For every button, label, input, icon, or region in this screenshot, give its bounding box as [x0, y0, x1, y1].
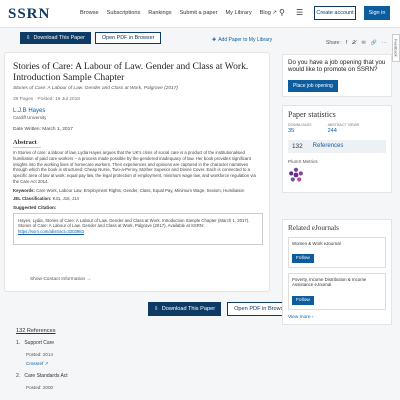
- sidebar: Do you have a job opening that you would…: [282, 54, 392, 193]
- download-bar: ⇩ Download This Paper Open PDF in Browse…: [20, 32, 162, 44]
- top-bar: SSRN Browse Subscriptions Rankings Submi…: [0, 0, 400, 28]
- download-button-bottom[interactable]: ⇩ Download This Paper: [148, 302, 222, 316]
- related-ejournals: Related eJournals Women & Work eJournal …: [282, 219, 392, 325]
- reference-title: Care Standards Act: [24, 373, 68, 379]
- nav-blog[interactable]: Blog ↗: [260, 10, 277, 16]
- abstract-heading: Abstract: [13, 139, 41, 148]
- nav-rankings[interactable]: Rankings: [148, 10, 171, 16]
- jel-classification: JEL Classification: K31, J16, J14: [13, 195, 79, 201]
- author-affiliation: Cardiff University: [13, 115, 47, 120]
- promo-text: Do you have a job opening that you would…: [288, 59, 386, 74]
- show-contact-link[interactable]: Show Contact Information →: [30, 277, 91, 282]
- references-heading[interactable]: 132 References: [16, 328, 68, 334]
- link-icon[interactable]: 🔗: [371, 40, 377, 46]
- ejournal-item: Poverty, Income Distribution & Income As…: [288, 273, 386, 310]
- paper-card: Stories of Care: A Labour of Law. Gender…: [4, 52, 270, 292]
- email-icon[interactable]: ✉: [361, 40, 365, 46]
- references-section: 132 References 1. Support Care Posted: 2…: [16, 328, 68, 390]
- ejournal-item: Women & Work eJournal Follow: [288, 237, 386, 269]
- download-icon: ⇩: [26, 35, 31, 41]
- main-nav: Browse Subscriptions Rankings Submit a p…: [80, 10, 277, 16]
- plumx-icon[interactable]: [288, 167, 304, 183]
- open-pdf-button[interactable]: Open PDF in Browser: [94, 32, 162, 44]
- more-icon[interactable]: ⋯: [382, 40, 387, 46]
- paper-subtitle: Stories of Care: A Labour of Law. Gender…: [13, 86, 178, 91]
- reference-posted: Posted: 2014: [26, 352, 54, 357]
- download-button[interactable]: ⇩ Download This Paper: [20, 32, 91, 44]
- download-icon: ⇩: [154, 306, 159, 312]
- feedback-tab[interactable]: Feedback: [392, 34, 400, 62]
- list-item: 2. Care Standards Act Posted: 2000: [16, 373, 68, 390]
- paper-meta: 39 Pages · Posted: 19 Jul 2018: [13, 97, 80, 102]
- paper-title: Stories of Care: A Labour of Law. Gender…: [13, 61, 249, 83]
- add-to-library-link[interactable]: ✚ Add Paper to My Library: [212, 37, 272, 43]
- reference-title: Support Care: [24, 340, 55, 346]
- nav-my-library[interactable]: My Library: [226, 10, 252, 16]
- abstract-text: In Stories of care: a labour of law, Lyd…: [13, 150, 256, 184]
- facebook-icon[interactable]: f: [346, 40, 347, 46]
- crossref-link[interactable]: Crossref ↗: [26, 361, 68, 367]
- list-item: 1. Support Care Posted: 2014 Crossref ↗: [16, 340, 68, 367]
- stats-title: Paper statistics: [288, 109, 336, 119]
- place-job-button[interactable]: Place job opening: [288, 79, 338, 92]
- nav-submit[interactable]: Submit a paper: [180, 10, 218, 16]
- sign-in-button[interactable]: Sign in: [364, 6, 390, 20]
- date-written: Date Written: March 1, 2017: [13, 127, 73, 132]
- twitter-icon[interactable]: 𝒳: [352, 40, 356, 46]
- share-label: Share:: [326, 40, 341, 46]
- search-icon[interactable]: ⚲: [279, 8, 285, 17]
- citation-heading: Suggested Citation:: [13, 204, 57, 210]
- paper-statistics: Paper statistics DOWNLOADS 35 ABSTRACT V…: [282, 104, 392, 193]
- references-stat[interactable]: 132 References: [288, 139, 386, 153]
- follow-button[interactable]: Follow: [292, 254, 314, 264]
- ssrn-logo[interactable]: SSRN: [8, 6, 50, 23]
- nav-subscriptions[interactable]: Subscriptions: [107, 10, 141, 16]
- views-stat: ABSTRACT VIEWS 244: [327, 122, 360, 134]
- view-more-link[interactable]: View more ›: [288, 315, 386, 320]
- job-promo: Do you have a job opening that you would…: [282, 54, 392, 97]
- citation-link[interactable]: https://ssrn.com/abstract=3203983: [18, 229, 84, 234]
- reference-posted: Posted: 2000: [26, 385, 54, 390]
- download-bar-bottom: ⇩ Download This Paper Open PDF in Browse…: [148, 302, 296, 316]
- related-title: Related eJournals: [288, 224, 339, 232]
- plumx-label: PlumX Metrics: [288, 158, 318, 164]
- downloads-stat: DOWNLOADS 35: [288, 122, 312, 134]
- nav-browse[interactable]: Browse: [80, 10, 99, 16]
- citation-box: Hayes, Lydia, Stories of Care: A Labour …: [13, 212, 263, 245]
- share-bar: Share: f 𝒳 ✉ 🔗 ⋯: [326, 40, 387, 46]
- bookmark-plus-icon: ✚: [212, 37, 217, 43]
- author-link[interactable]: L.J.B Hayes: [13, 108, 261, 114]
- create-account-button[interactable]: Create account: [314, 6, 356, 20]
- follow-button[interactable]: Follow: [292, 295, 314, 305]
- menu-icon[interactable]: ☰: [296, 8, 303, 17]
- keywords: Keywords: Care Work, Labour Law, Employm…: [13, 187, 245, 193]
